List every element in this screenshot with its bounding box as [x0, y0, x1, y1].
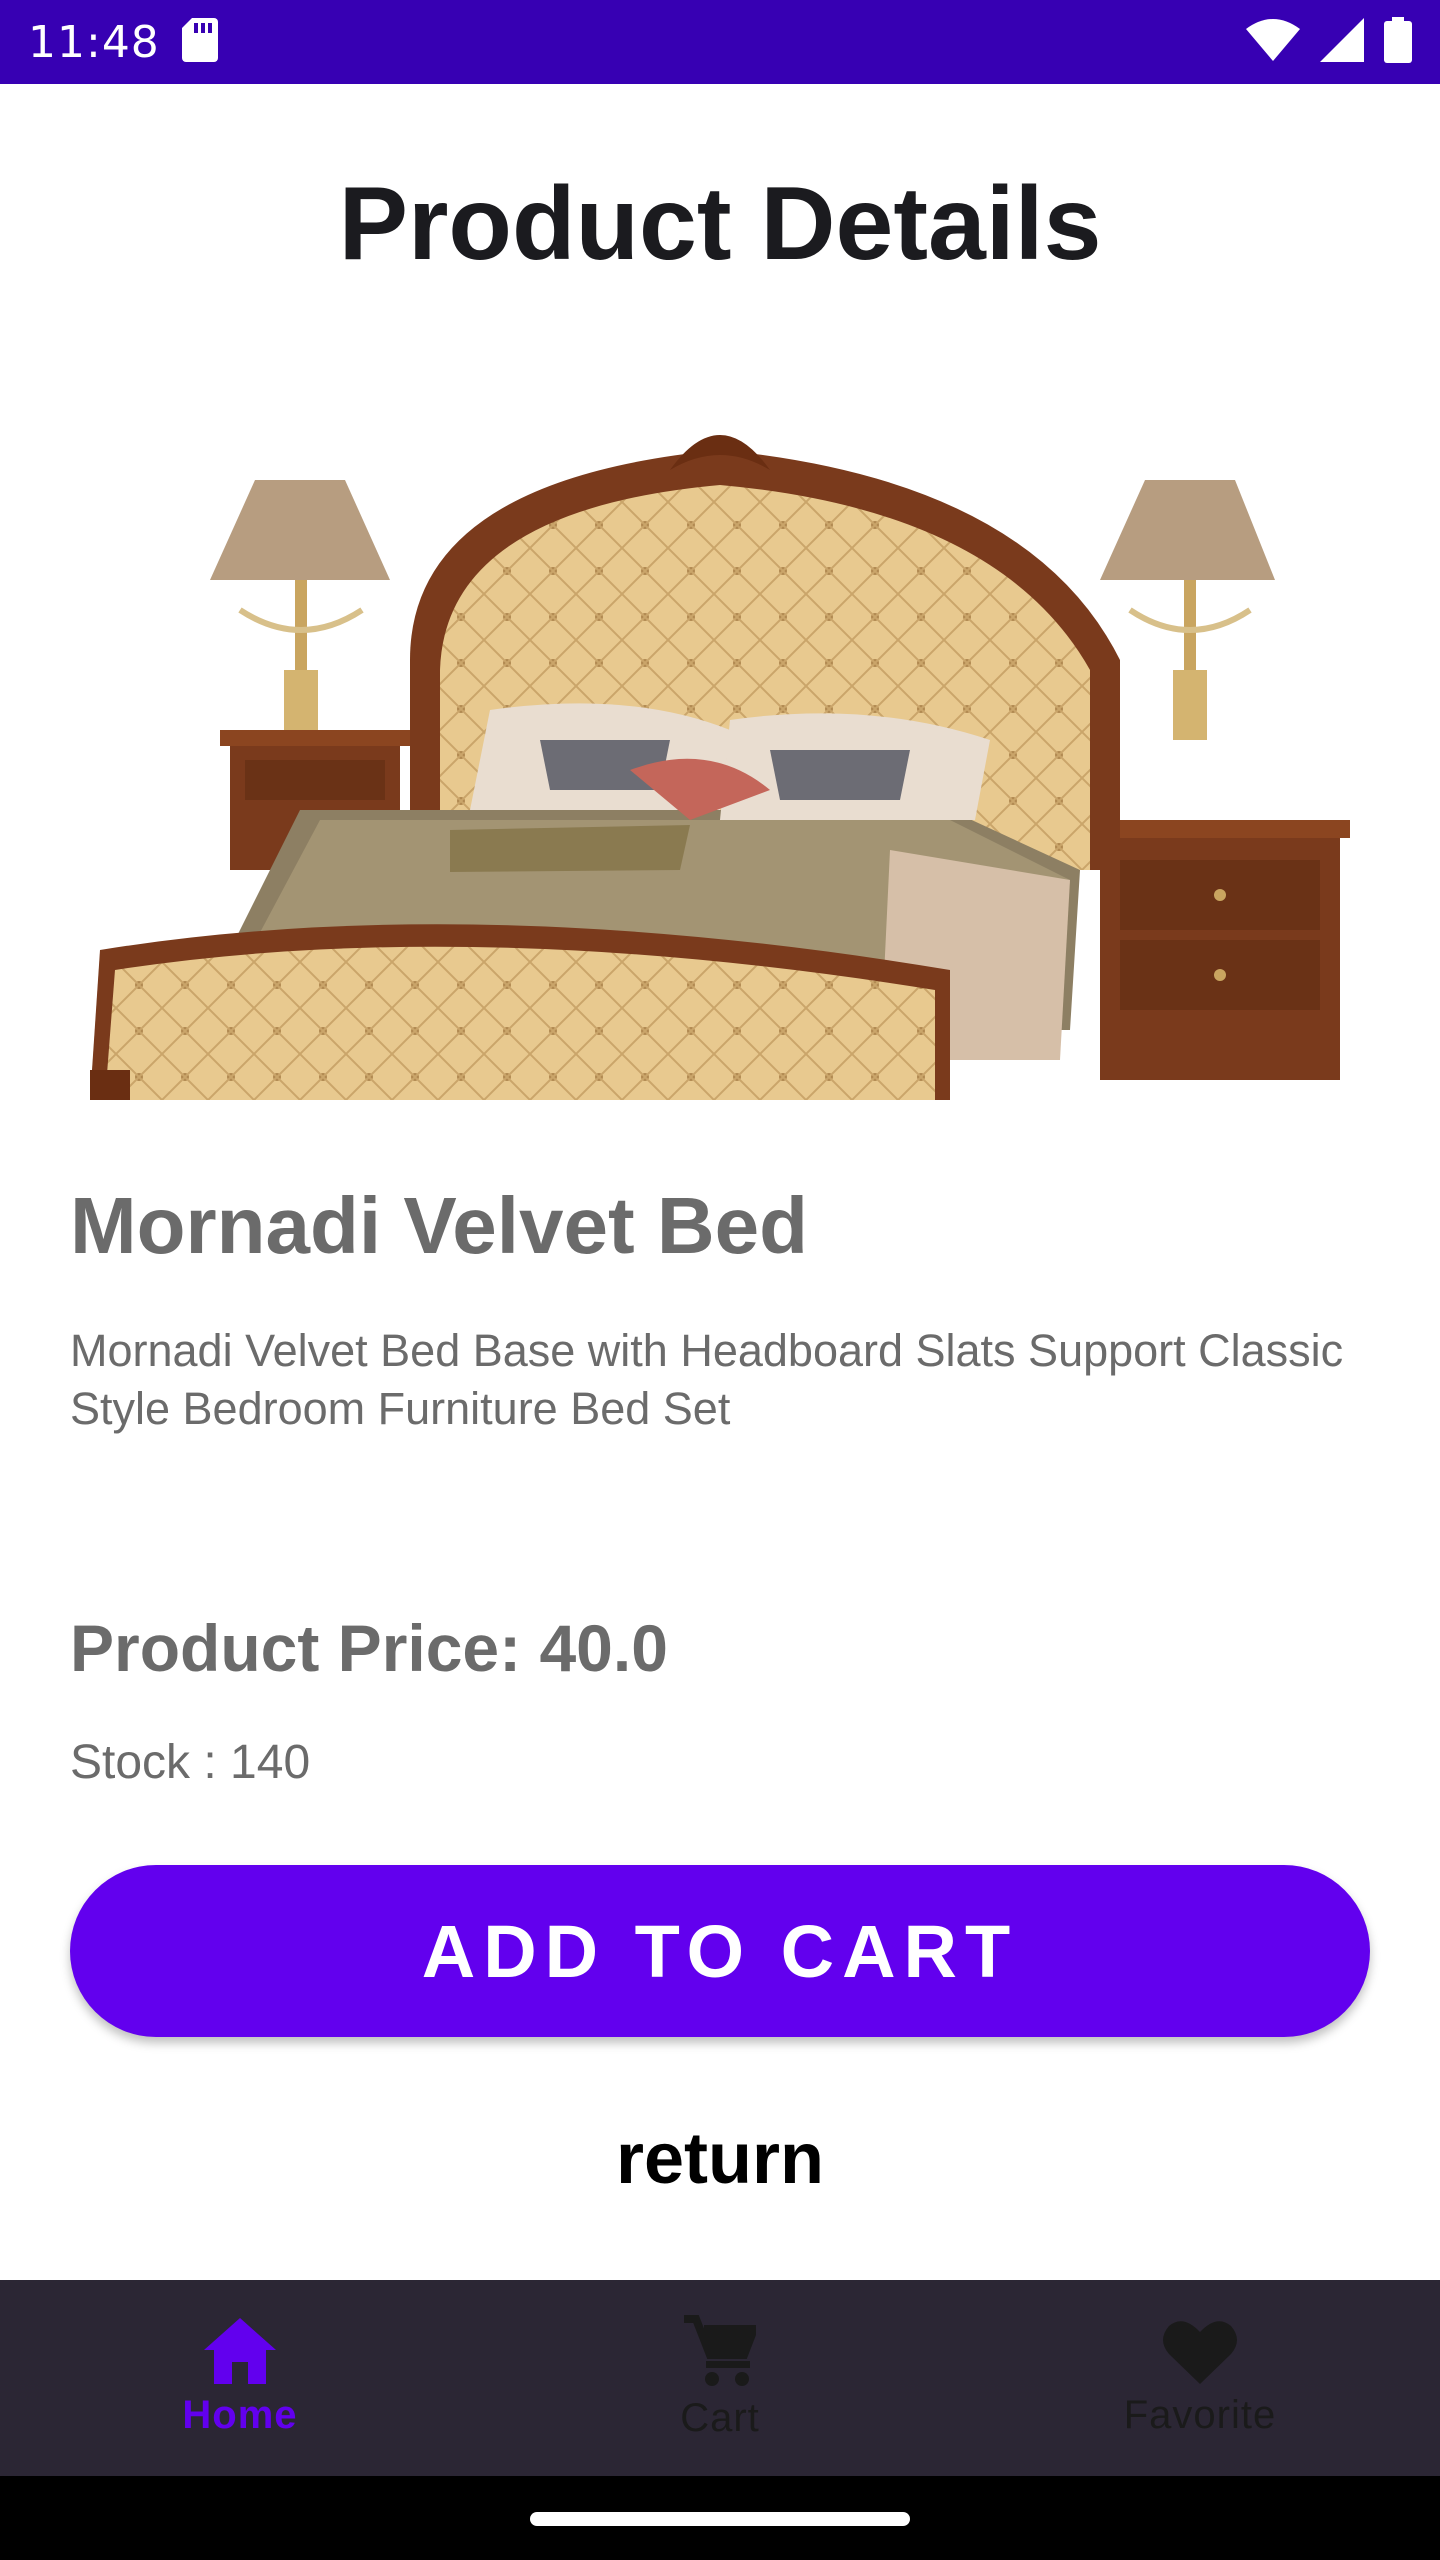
page-title: Product Details: [338, 166, 1102, 282]
product-stock: Stock : 140: [70, 1736, 311, 1789]
status-right: [1246, 16, 1412, 68]
heart-icon: [1163, 2318, 1237, 2389]
nav-label-favorite: Favorite: [1123, 2393, 1277, 2437]
return-button[interactable]: return: [0, 2118, 1440, 2200]
cart-icon: [684, 2315, 760, 2392]
battery-icon: [1384, 16, 1412, 68]
sd-card-icon: [181, 17, 218, 67]
gesture-handle[interactable]: [530, 2512, 910, 2526]
nav-label-home: Home: [182, 2393, 298, 2437]
nav-label-cart: Cart: [680, 2396, 760, 2440]
home-icon: [204, 2318, 276, 2389]
status-time: 11:48: [28, 16, 160, 68]
bottom-navigation: Home Cart Favorite: [0, 2280, 1440, 2476]
nav-item-cart[interactable]: Cart: [480, 2280, 960, 2476]
status-left: 11:48: [28, 17, 218, 68]
status-bar: 11:48: [0, 0, 1440, 84]
nav-item-home[interactable]: Home: [0, 2280, 480, 2476]
product-description: Mornadi Velvet Bed Base with Headboard S…: [70, 1325, 1344, 1434]
wifi-icon: [1246, 18, 1300, 66]
add-to-cart-button[interactable]: ADD TO CART: [70, 1865, 1370, 2037]
nav-item-favorite[interactable]: Favorite: [960, 2280, 1440, 2476]
signal-icon: [1320, 17, 1364, 67]
gesture-navigation-area: [0, 2476, 1440, 2560]
product-name: Mornadi Velvet Bed: [70, 1181, 808, 1270]
product-price: Product Price: 40.0: [70, 1611, 668, 1685]
product-image: [70, 410, 1370, 1100]
